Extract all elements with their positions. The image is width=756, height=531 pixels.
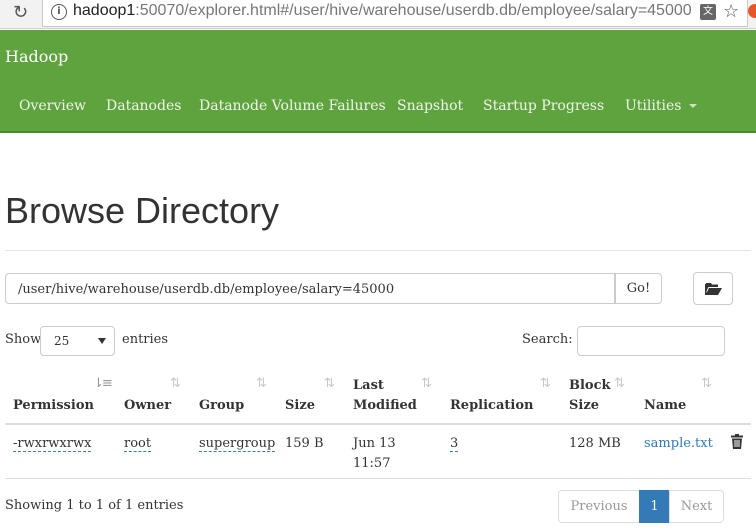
url-host: hadoop1 (73, 2, 136, 19)
sort-icon[interactable]: ⇅ (256, 376, 267, 391)
entries-per-page-select[interactable]: 25 (40, 326, 115, 356)
brand-logo[interactable]: Hadoop (5, 47, 68, 66)
show-label: Show (5, 332, 42, 347)
url-path: :50070/explorer.html#/user/hive/warehous… (135, 2, 692, 19)
table-row-border (5, 478, 751, 479)
header-size[interactable]: Size (285, 396, 315, 416)
search-input[interactable] (577, 326, 725, 356)
open-folder-button[interactable] (693, 272, 733, 305)
entries-select-value: 25 (54, 334, 70, 348)
sort-icon[interactable]: ⇅ (170, 376, 181, 391)
table-info: Showing 1 to 1 of 1 entries (5, 498, 184, 513)
pagination: Previous 1 Next (558, 490, 724, 523)
nav-overview[interactable]: Overview (19, 98, 86, 114)
sort-icon[interactable]: ⇅ (701, 376, 712, 391)
go-button[interactable]: Go! (615, 273, 662, 304)
header-permission[interactable]: Permission (13, 396, 94, 416)
group-value: supergroup (199, 436, 276, 452)
info-icon[interactable]: i (51, 4, 67, 20)
owner-value: root (124, 436, 152, 452)
header-name[interactable]: Name (644, 396, 686, 416)
header-group[interactable]: Group (199, 396, 244, 416)
nav-utilities-label: Utilities (625, 98, 682, 114)
nav-snapshot[interactable]: Snapshot (397, 98, 463, 114)
sort-icon[interactable]: ⇅ (324, 376, 335, 391)
sort-icon[interactable]: ⇅ (421, 376, 432, 391)
navbar: Hadoop Overview Datanodes Datanode Volum… (0, 30, 756, 133)
divider (5, 250, 751, 251)
dropdown-arrow-icon (98, 338, 106, 344)
header-block-size-line1[interactable]: Block (569, 376, 611, 396)
sort-asc-icon[interactable]: ⇂≡ (93, 376, 113, 391)
cell-owner[interactable]: root (124, 434, 152, 454)
previous-page-button[interactable]: Previous (558, 490, 640, 523)
url-text[interactable]: hadoop1:50070/explorer.html#/user/hive/w… (73, 2, 692, 20)
folder-open-icon (705, 283, 722, 295)
translate-icon[interactable]: 文 (700, 4, 716, 20)
cell-size: 159 B (285, 436, 324, 451)
sort-icon[interactable]: ⇅ (540, 376, 551, 391)
header-last-modified-line1[interactable]: Last (353, 376, 384, 396)
sort-icon[interactable]: ⇅ (614, 376, 625, 391)
replication-value: 3 (450, 436, 459, 452)
cell-permission[interactable]: -rwxrwxrwx (13, 434, 92, 454)
browser-toolbar: ↻ i hadoop1:50070/explorer.html#/user/hi… (0, 0, 756, 29)
trash-icon[interactable] (731, 434, 743, 449)
header-replication[interactable]: Replication (450, 396, 533, 416)
cell-modified-date: Jun 13 (353, 436, 396, 451)
cell-group[interactable]: supergroup (199, 434, 276, 454)
file-name-link[interactable]: sample.txt (644, 434, 713, 454)
cell-block-size: 128 MB (569, 436, 621, 451)
reload-icon[interactable]: ↻ (13, 3, 28, 23)
page-1-button[interactable]: 1 (639, 490, 670, 523)
caret-down-icon (689, 104, 698, 108)
nav-startup-progress[interactable]: Startup Progress (483, 98, 604, 114)
cell-replication[interactable]: 3 (450, 434, 459, 454)
page-title: Browse Directory (5, 190, 280, 231)
address-bar[interactable]: i hadoop1:50070/explorer.html#/user/hive… (42, 0, 748, 27)
directory-path-input[interactable]: /user/hive/warehouse/userdb.db/employee/… (5, 273, 615, 304)
bookmark-star-icon[interactable]: ☆ (723, 1, 739, 22)
next-page-button[interactable]: Next (669, 490, 724, 523)
entries-label: entries (122, 332, 169, 347)
nav-datanode-volume-failures[interactable]: Datanode Volume Failures (199, 98, 386, 114)
header-block-size-line2[interactable]: Size (569, 396, 599, 416)
cell-modified-time: 11:57 (353, 456, 391, 471)
nav-datanodes[interactable]: Datanodes (106, 98, 181, 114)
table-header-border (5, 423, 751, 425)
header-owner[interactable]: Owner (124, 396, 171, 416)
nav-utilities-dropdown[interactable]: Utilities (625, 98, 698, 114)
search-label: Search: (522, 332, 573, 347)
header-last-modified-line2[interactable]: Modified (353, 396, 417, 416)
extension-icon[interactable] (748, 4, 756, 18)
permission-value: -rwxrwxrwx (13, 436, 92, 452)
